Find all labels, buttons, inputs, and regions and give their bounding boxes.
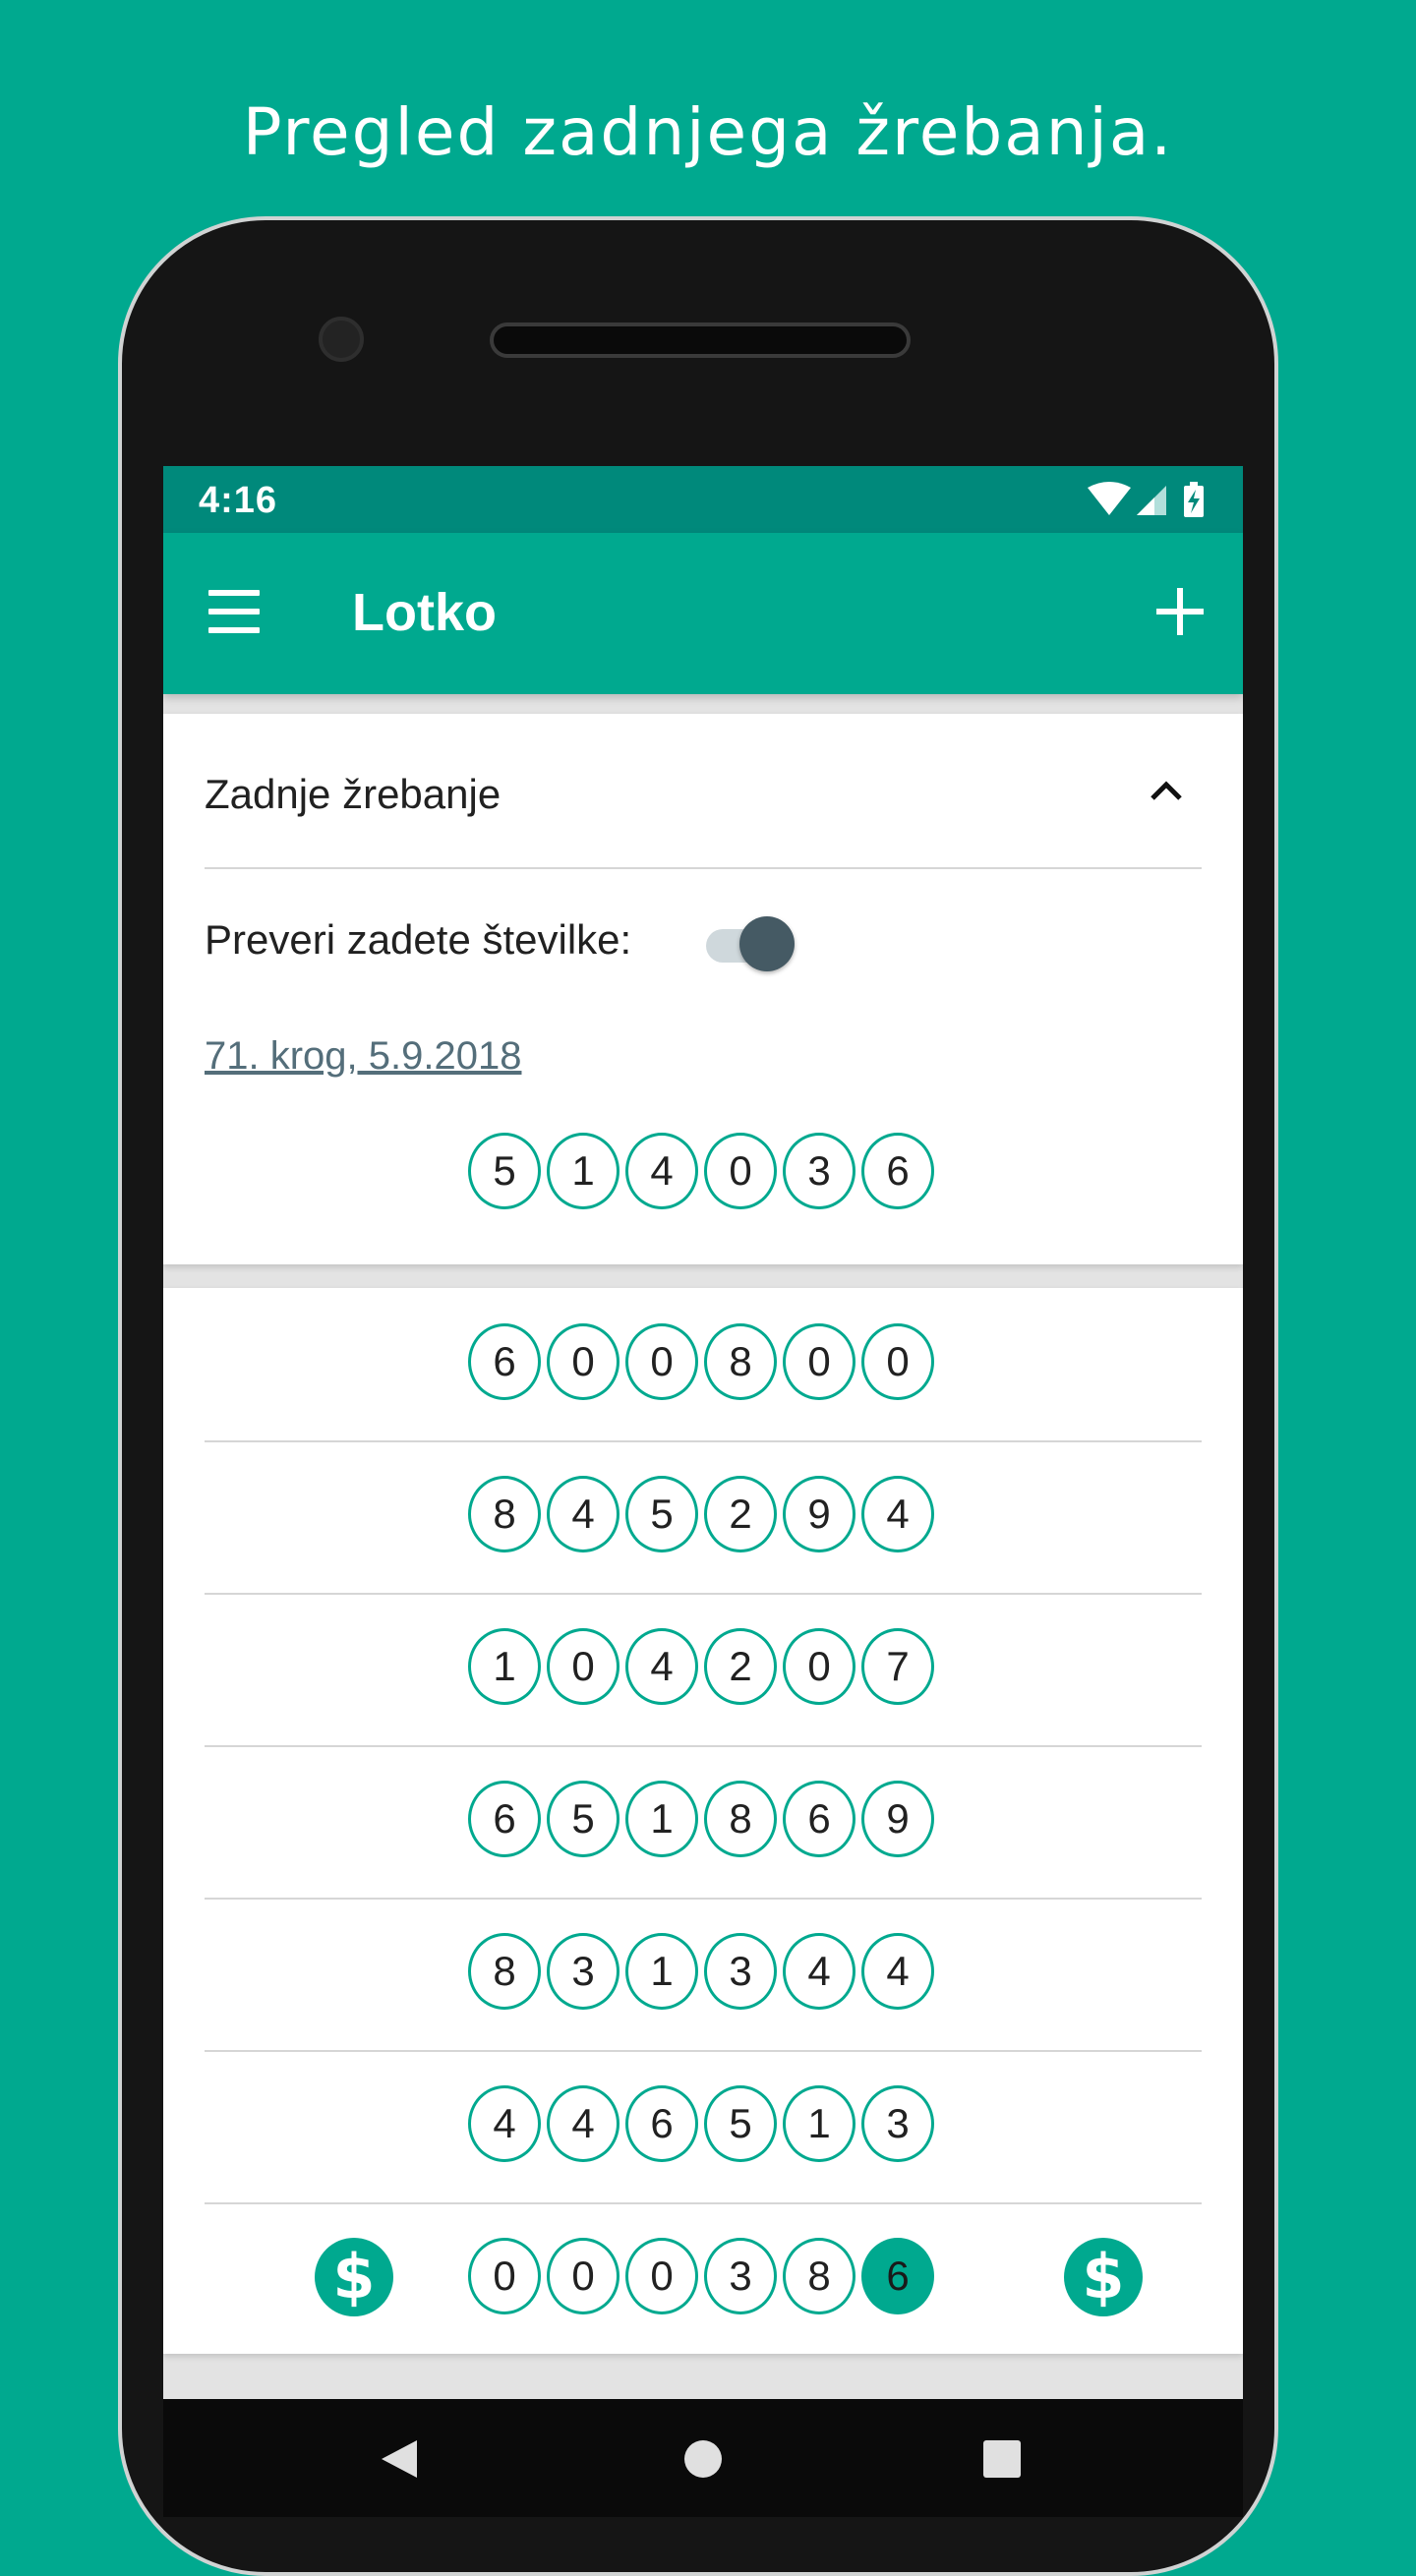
battery-icon (1184, 482, 1204, 517)
number-ball: 3 (861, 2085, 934, 2162)
last-draw-card: Zadnje žrebanje Preveri zadete številke:… (163, 714, 1243, 1264)
number-ball: 0 (547, 2238, 620, 2314)
home-icon[interactable] (680, 2436, 726, 2482)
number-ball: 6 (861, 2238, 934, 2314)
tickets-card: 6008008452941042076518698313444465130003… (163, 1288, 1243, 2354)
number-ball: 3 (547, 1933, 620, 2010)
status-bar: 4:16 (163, 466, 1243, 533)
winner-dollar-icon[interactable]: $ (1064, 2238, 1143, 2316)
number-ball: 0 (468, 2238, 541, 2314)
last-draw-numbers: 514036 (468, 1133, 942, 1213)
status-icons (1088, 482, 1204, 517)
number-ball: 6 (783, 1781, 856, 1857)
wifi-icon (1088, 482, 1131, 515)
check-numbers-toggle[interactable] (700, 914, 795, 973)
ticket-row[interactable]: 831344 (468, 1933, 942, 2014)
number-ball: 5 (704, 2085, 777, 2162)
number-ball: 1 (625, 1781, 698, 1857)
screenshot-caption: Pregled zadnjega žrebanja. (242, 94, 1174, 170)
divider (205, 867, 1202, 869)
number-ball: 8 (704, 1781, 777, 1857)
number-ball: 6 (625, 2085, 698, 2162)
chevron-up-icon[interactable] (1147, 771, 1186, 810)
number-ball: 0 (547, 1628, 620, 1705)
number-ball: 0 (547, 1323, 620, 1400)
check-numbers-label: Preveri zadete številke: (205, 916, 632, 963)
divider (205, 2202, 1202, 2204)
number-ball: 3 (704, 2238, 777, 2314)
app-bar: Lotko (163, 533, 1243, 694)
navigation-bar (163, 2399, 1243, 2517)
number-ball: 4 (783, 1933, 856, 2010)
front-camera (319, 317, 364, 362)
ticket-row[interactable]: 600800 (468, 1323, 942, 1404)
toggle-thumb (739, 916, 795, 971)
divider (205, 1745, 1202, 1747)
number-ball: 5 (547, 1781, 620, 1857)
number-ball: 0 (625, 2238, 698, 2314)
number-ball: 3 (704, 1933, 777, 2010)
earpiece-speaker (490, 322, 911, 358)
number-ball: 0 (783, 1323, 856, 1400)
number-ball: 4 (861, 1476, 934, 1552)
number-ball: 1 (547, 1133, 620, 1209)
number-ball: 1 (468, 1628, 541, 1705)
number-ball: 4 (861, 1933, 934, 2010)
number-ball: 5 (625, 1476, 698, 1552)
number-ball: 6 (468, 1781, 541, 1857)
number-ball: 2 (704, 1628, 777, 1705)
divider (205, 1593, 1202, 1595)
number-ball: 8 (468, 1476, 541, 1552)
number-ball: 0 (783, 1628, 856, 1705)
number-ball: 4 (625, 1628, 698, 1705)
divider (205, 2050, 1202, 2052)
add-icon[interactable] (1156, 588, 1204, 635)
number-ball: 2 (704, 1476, 777, 1552)
number-ball: 1 (783, 2085, 856, 2162)
number-ball: 8 (704, 1323, 777, 1400)
ticket-row[interactable]: 651869 (468, 1781, 942, 1861)
device-screen: 4:16 Lotko Zadnje žrebanje Preveri zadet… (163, 466, 1243, 2517)
ticket-row[interactable]: 0 0 0 3 8 6 $ $ (315, 2238, 1143, 2318)
app-title: Lotko (352, 583, 497, 642)
ticket-row[interactable]: 446513 (468, 2085, 942, 2166)
last-draw-title: Zadnje žrebanje (205, 771, 502, 817)
divider (205, 1898, 1202, 1900)
number-ball: 6 (468, 1323, 541, 1400)
number-ball: 3 (783, 1133, 856, 1209)
number-ball: 0 (704, 1133, 777, 1209)
number-ball: 9 (783, 1476, 856, 1552)
draw-round-link[interactable]: 71. krog, 5.9.2018 (205, 1034, 521, 1079)
number-ball: 4 (468, 2085, 541, 2162)
number-ball: 4 (625, 1133, 698, 1209)
number-ball: 6 (861, 1133, 934, 1209)
number-ball: 4 (547, 1476, 620, 1552)
number-ball: 4 (547, 2085, 620, 2162)
number-ball: 1 (625, 1933, 698, 2010)
number-ball: 0 (861, 1323, 934, 1400)
back-icon[interactable] (378, 2436, 423, 2482)
status-time: 4:16 (199, 480, 278, 521)
divider (205, 1440, 1202, 1442)
number-ball: 8 (783, 2238, 856, 2314)
number-ball: 7 (861, 1628, 934, 1705)
hamburger-menu-icon[interactable] (208, 590, 260, 633)
number-ball: 5 (468, 1133, 541, 1209)
ticket-row[interactable]: 104207 (468, 1628, 942, 1709)
recents-icon[interactable] (979, 2436, 1025, 2482)
number-ball: 0 (625, 1323, 698, 1400)
number-ball: 8 (468, 1933, 541, 2010)
number-ball: 9 (861, 1781, 934, 1857)
winner-dollar-icon[interactable]: $ (315, 2238, 393, 2316)
ticket-row[interactable]: 845294 (468, 1476, 942, 1556)
